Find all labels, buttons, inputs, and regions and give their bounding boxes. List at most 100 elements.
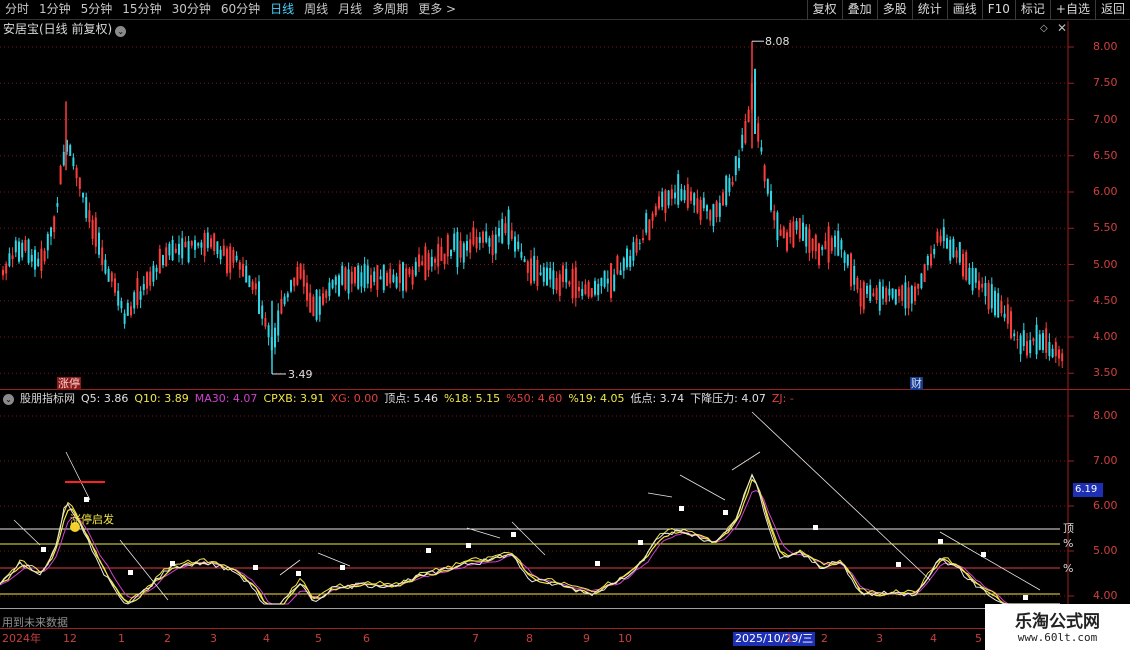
- candle-body: [370, 274, 372, 289]
- candle-body: [434, 258, 436, 263]
- candle-body: [936, 231, 939, 243]
- ma30-line: [0, 490, 1060, 605]
- candle-body: [507, 209, 510, 245]
- candle-body: [344, 267, 347, 290]
- candle-body: [130, 306, 132, 316]
- date-label: 4: [263, 632, 270, 645]
- signal-marker: [296, 571, 301, 576]
- candle-body: [174, 248, 177, 253]
- candle-body: [677, 174, 680, 205]
- indicator-value-5: 顶点: 5.46: [384, 392, 438, 405]
- candle-body: [139, 291, 142, 300]
- candle-body: [162, 255, 164, 266]
- candle-body: [562, 265, 564, 283]
- candle-body: [341, 265, 344, 285]
- candle-body: [827, 226, 830, 263]
- candle-body: [488, 238, 491, 247]
- main-y-tick: 4.50: [1093, 293, 1118, 307]
- candle-body: [635, 238, 638, 253]
- candle-body: [226, 248, 228, 274]
- candle-body: [107, 268, 110, 282]
- candle-body: [219, 249, 222, 260]
- financial-report-tag[interactable]: 财: [910, 377, 923, 390]
- candle-body: [869, 285, 872, 301]
- candle-body: [866, 285, 868, 294]
- watermark-url: www.60lt.com: [1017, 631, 1098, 644]
- candle-body: [347, 269, 350, 294]
- main-y-tick: 4.00: [1093, 330, 1118, 343]
- site-watermark: 乐淘公式网 www.60lt.com: [985, 604, 1130, 650]
- candle-body: [264, 317, 267, 327]
- candle-body: [290, 280, 292, 292]
- candle-body: [469, 239, 472, 253]
- candle-body: [520, 251, 523, 258]
- trend-ray: [939, 531, 1041, 591]
- candle-body: [59, 166, 62, 185]
- candle-body: [850, 253, 852, 287]
- candle-body: [715, 201, 718, 218]
- candle-body: [306, 282, 308, 301]
- candle-body: [98, 232, 100, 255]
- signal-marker: [426, 548, 431, 553]
- candle-body: [514, 236, 516, 252]
- candle-body: [526, 261, 529, 273]
- limit-up-tag[interactable]: 涨停: [57, 377, 81, 390]
- candle-body: [706, 205, 708, 212]
- q5-line: [0, 473, 1060, 605]
- candle-body: [1032, 338, 1035, 342]
- candle-body: [610, 263, 612, 299]
- trend-ray: [679, 474, 726, 501]
- candle-body: [578, 286, 580, 292]
- candle-body: [664, 190, 667, 213]
- candle-body: [731, 181, 734, 185]
- indicator-name[interactable]: 股朋指标网: [20, 391, 75, 407]
- candle-body: [699, 199, 702, 221]
- candle-body: [658, 196, 660, 209]
- candle-body: [821, 246, 824, 250]
- candle-body: [994, 290, 996, 316]
- candle-body: [712, 204, 715, 227]
- candle-body: [930, 253, 932, 266]
- candle-body: [21, 242, 24, 258]
- candle-body: [203, 232, 206, 256]
- date-label: 3: [210, 632, 217, 645]
- candle-body: [82, 192, 84, 198]
- candle-body: [206, 232, 209, 248]
- candle-body: [443, 253, 446, 265]
- candle-body: [997, 293, 1000, 318]
- kline-chart-canvas[interactable]: 涨停启发 8.08 3.49: [0, 0, 1130, 650]
- candle-body: [581, 289, 584, 296]
- candle-body: [450, 249, 452, 257]
- candle-body: [629, 255, 632, 268]
- indicator-value-9: 低点: 3.74: [630, 392, 685, 405]
- date-label: 5: [975, 632, 982, 645]
- candle-body: [24, 240, 27, 251]
- chevron-down-icon[interactable]: ⌄: [3, 394, 14, 405]
- main-y-tick: 8.00: [1093, 40, 1118, 53]
- indicator-value-10: 下降压力: 4.07: [690, 392, 766, 405]
- candle-body: [1022, 330, 1025, 346]
- candle-body: [184, 241, 187, 248]
- candle-body: [773, 210, 776, 221]
- candle-body: [587, 281, 590, 297]
- candle-body: [72, 157, 75, 167]
- candle-body: [18, 241, 20, 262]
- date-label: 9: [583, 632, 590, 645]
- candle-body: [296, 266, 299, 285]
- candle-body: [14, 240, 17, 253]
- candle-body: [619, 270, 622, 276]
- candle-body: [501, 218, 504, 244]
- candle-body: [642, 237, 644, 241]
- candle-body: [917, 283, 920, 289]
- candle-body: [725, 175, 728, 206]
- candle-body: [43, 250, 46, 262]
- candle-body: [990, 284, 993, 309]
- indicator-value-2: MA30: 4.07: [194, 392, 258, 405]
- date-label: 4: [930, 632, 937, 645]
- candle-body: [5, 263, 8, 274]
- candle-body: [354, 266, 356, 284]
- candle-body: [702, 197, 705, 209]
- candle-body: [146, 272, 148, 289]
- candle-body: [805, 226, 808, 247]
- candle-body: [904, 282, 907, 309]
